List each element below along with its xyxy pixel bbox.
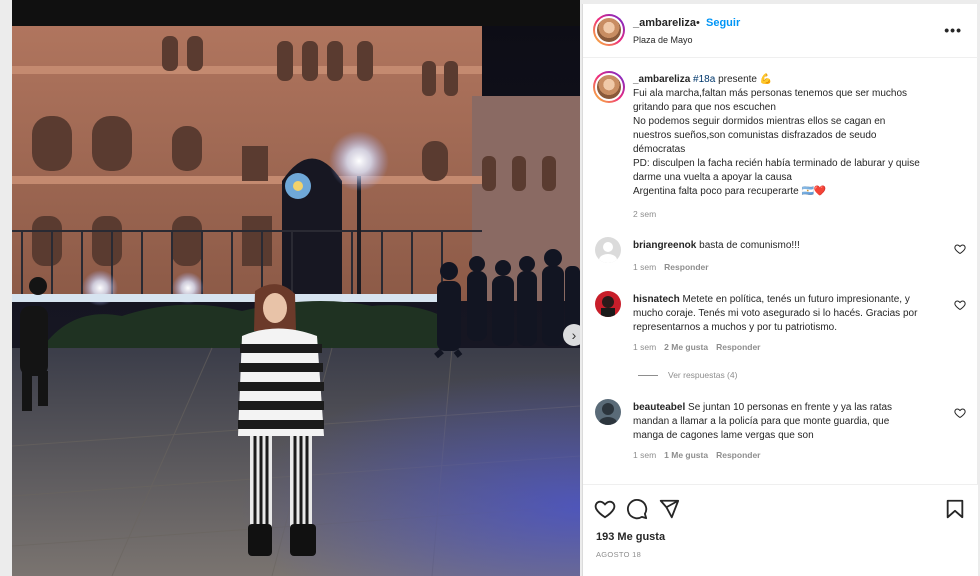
commenter-avatar[interactable] — [595, 237, 621, 263]
profile-picture-icon — [601, 296, 615, 317]
photo-illustration — [12, 26, 580, 576]
caption-line: démocratas — [633, 144, 686, 155]
caption-timestamp: 2 sem — [633, 209, 656, 219]
view-replies-label[interactable]: Ver respuestas (4) — [668, 370, 737, 380]
comment-body: Metete en política, tenés un futuro impr… — [682, 294, 910, 305]
comment-likes[interactable]: 1 Me gusta — [664, 450, 708, 460]
like-comment-heart-icon[interactable] — [954, 407, 966, 419]
post-caption: _ambareliza #18a presente 💪 Fui ala marc… — [633, 73, 968, 199]
separator-dot: • — [696, 17, 700, 29]
comment-text: hisnatech Metete en política, tenés un f… — [633, 293, 953, 335]
share-send-icon[interactable] — [658, 498, 680, 520]
comment-time: 1 sem — [633, 262, 657, 272]
commenter-avatar[interactable] — [595, 399, 621, 425]
instagram-post-window: › _ambareliza • Seguir Plaza de Mayo •••… — [0, 0, 980, 576]
likes-count[interactable]: 193 Me gusta — [596, 531, 665, 543]
like-comment-heart-icon[interactable] — [954, 243, 966, 255]
comment-text: beauteabel Se juntan 10 personas en fren… — [633, 401, 953, 443]
save-bookmark-icon[interactable] — [944, 498, 966, 520]
author-avatar[interactable] — [593, 14, 625, 46]
author-username[interactable]: _ambareliza — [633, 17, 696, 29]
commenter-avatar[interactable] — [595, 291, 621, 317]
caption-line: nuestros sueños,son comunistas disfrazad… — [633, 130, 877, 141]
comment-body: basta de comunismo!!! — [699, 240, 800, 251]
like-heart-icon[interactable] — [594, 498, 616, 520]
comment-body: mandan a llamar a la policía para que mo… — [633, 416, 890, 427]
caption-hashtag[interactable]: #18a — [693, 74, 715, 85]
comments-list[interactable]: _ambareliza #18a presente 💪 Fui ala marc… — [583, 59, 978, 484]
post-photo[interactable]: › — [12, 26, 580, 576]
post-location[interactable]: Plaza de Mayo — [633, 35, 693, 45]
caption-line: gritando para que nos escuchen — [633, 102, 776, 113]
caption-line: Fui ala marcha,faltan más personas tenem… — [633, 88, 908, 99]
reply-button[interactable]: Responder — [716, 450, 760, 460]
default-avatar-icon — [599, 242, 617, 263]
comment-time: 1 sem — [633, 450, 657, 460]
like-comment-heart-icon[interactable] — [954, 299, 966, 311]
follow-button[interactable]: Seguir — [706, 17, 740, 29]
comment-body: representarnos a muchos y por tu patriot… — [633, 322, 837, 333]
view-replies-button[interactable]: Ver respuestas (4) — [638, 370, 737, 380]
comment-body: Se juntan 10 personas en frente y ya las… — [688, 402, 893, 413]
caption-line: darme una vuelta a apoyar la causa — [633, 172, 792, 183]
comment-bubble-icon[interactable] — [626, 498, 648, 520]
commenter-username[interactable]: beauteabel — [633, 402, 685, 413]
comment-text: briangreenok basta de comunismo!!! — [633, 239, 953, 253]
comment-body: mucho coraje. Tenés mi voto asegurado si… — [633, 308, 918, 319]
post-actions-bar: 193 Me gusta AGOSTO 18 — [583, 484, 978, 576]
reply-button[interactable]: Responder — [664, 262, 708, 272]
replies-divider — [638, 375, 658, 377]
comment-likes[interactable]: 2 Me gusta — [664, 342, 708, 352]
comment-meta: 1 sem Responder — [633, 262, 709, 272]
caption-author-avatar[interactable] — [593, 71, 625, 103]
caption-username[interactable]: _ambareliza — [633, 74, 690, 85]
comment-time: 1 sem — [633, 342, 657, 352]
caption-line: Argentina falta poco para recuperarte 🇦🇷… — [633, 186, 827, 197]
photo-top-bar — [12, 0, 580, 26]
profile-picture-icon — [599, 403, 617, 425]
more-options-icon[interactable]: ••• — [944, 22, 962, 38]
next-photo-button[interactable]: › — [563, 324, 580, 346]
comment-meta: 1 sem 1 Me gusta Responder — [633, 450, 761, 460]
reply-button[interactable]: Responder — [716, 342, 760, 352]
comment-body: manga de cagones lame vergas que son — [633, 430, 814, 441]
post-date: AGOSTO 18 — [596, 550, 642, 559]
caption-first-text: presente 💪 — [715, 74, 773, 85]
caption-time: 2 sem — [633, 209, 657, 219]
commenter-username[interactable]: hisnatech — [633, 294, 680, 305]
comment-meta: 1 sem 2 Me gusta Responder — [633, 342, 761, 352]
post-header: _ambareliza • Seguir Plaza de Mayo ••• — [583, 4, 978, 58]
commenter-username[interactable]: briangreenok — [633, 240, 696, 251]
post-side-panel: _ambareliza • Seguir Plaza de Mayo ••• _… — [582, 4, 978, 576]
caption-line: No podemos seguir dormidos mientras ello… — [633, 116, 886, 127]
caption-line: PD: disculpen la facha recién había term… — [633, 158, 920, 169]
